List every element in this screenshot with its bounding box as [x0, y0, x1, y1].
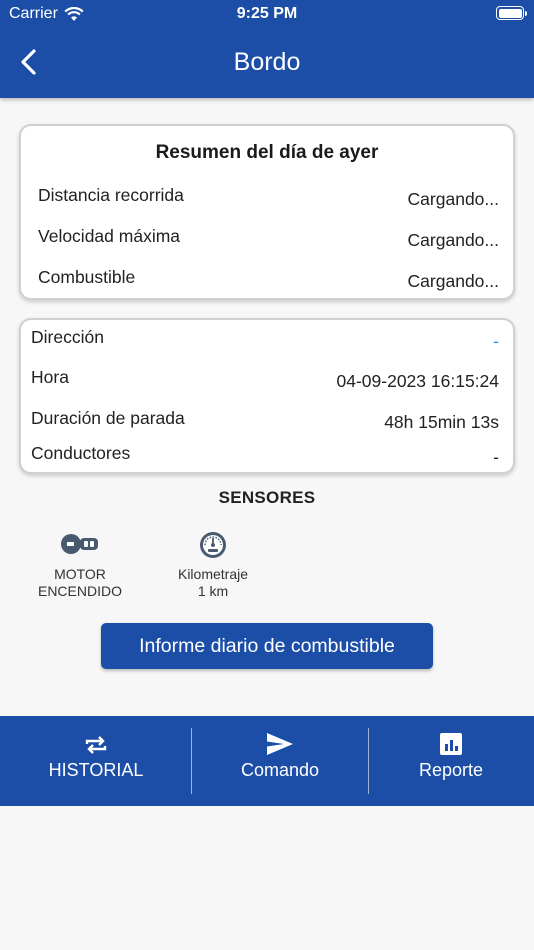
send-icon — [267, 733, 293, 755]
tab-reporte-label: Reporte — [418, 760, 484, 780]
summary-card: Resumen del día de ayer Distancia recorr… — [19, 124, 515, 300]
time-value: 04-09-2023 16:15:24 — [336, 371, 500, 391]
sensor-odometer: Kilometraje 1 km — [163, 530, 263, 600]
bar-chart-icon — [440, 733, 462, 755]
bottom-nav: HISTORIAL Comando Reporte — [0, 716, 534, 806]
stop-duration-label: Duración de parada — [31, 408, 185, 428]
ignition-key-icon — [61, 534, 98, 554]
sensor-engine-line2: ENCENDIDO — [37, 583, 122, 599]
sensor-odometer-line2: 1 km — [197, 583, 229, 599]
distance-label: Distancia recorrida — [38, 185, 184, 205]
page-title: Bordo — [233, 48, 301, 76]
sensor-engine-line1: MOTOR — [54, 566, 106, 582]
drivers-value: - — [493, 447, 499, 467]
tab-reporte[interactable]: Reporte — [368, 716, 534, 806]
tab-comando-label: Comando — [240, 760, 320, 780]
max-speed-value: Cargando... — [407, 230, 499, 250]
app-header: Carrier 9:25 PM Bordo — [0, 0, 534, 98]
tab-historial-label: HISTORIAL — [48, 760, 144, 780]
summary-title: Resumen del día de ayer — [155, 142, 379, 163]
tab-historial[interactable]: HISTORIAL — [0, 716, 192, 806]
fuel-label: Combustible — [38, 267, 136, 287]
tab-comando[interactable]: Comando — [192, 716, 368, 806]
max-speed-label: Velocidad máxima — [38, 226, 181, 246]
details-card: Dirección - Hora 04-09-2023 16:15:24 Dur… — [19, 318, 515, 474]
battery-icon — [496, 6, 527, 20]
fuel-value: Cargando... — [407, 271, 499, 291]
nav-bar: Bordo — [0, 34, 534, 90]
status-time: 9:25 PM — [236, 5, 298, 22]
sensor-engine: MOTOR ENCENDIDO — [30, 530, 130, 600]
sensor-odometer-line1: Kilometraje — [177, 566, 249, 582]
address-value[interactable]: - — [493, 331, 499, 352]
time-label: Hora — [31, 367, 69, 387]
repeat-arrows-icon — [85, 736, 107, 754]
sensors-title: SENSORES — [218, 488, 316, 507]
distance-value: Cargando... — [407, 189, 499, 209]
stop-duration-value: 48h 15min 13s — [384, 412, 499, 432]
speedometer-icon — [200, 532, 226, 558]
status-bar: Carrier 9:25 PM — [0, 0, 534, 28]
fuel-report-button[interactable]: Informe diario de combustible — [101, 623, 433, 669]
address-label: Dirección — [31, 327, 104, 347]
drivers-label: Conductores — [31, 443, 131, 463]
